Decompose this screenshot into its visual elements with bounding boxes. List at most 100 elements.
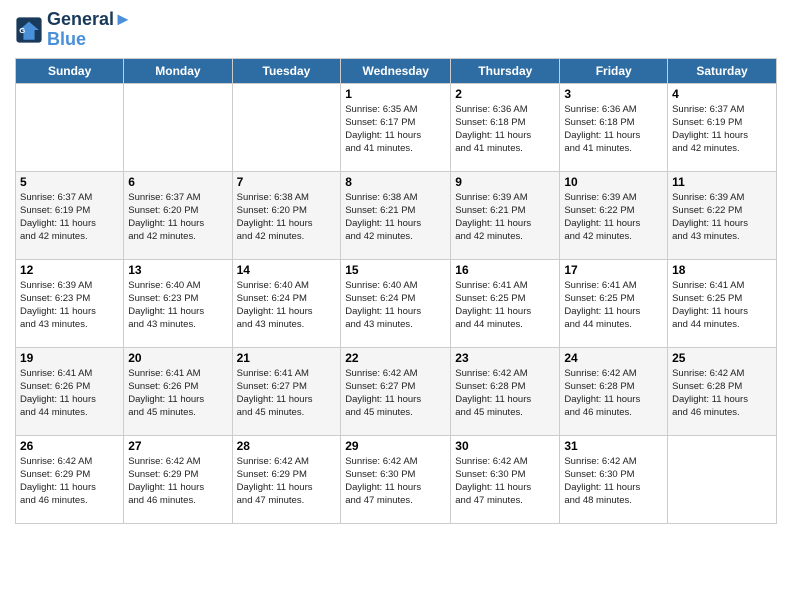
- day-info: Sunrise: 6:39 AM Sunset: 6:23 PM Dayligh…: [20, 279, 119, 332]
- day-cell: 2 Sunrise: 6:36 AM Sunset: 6:18 PM Daylig…: [451, 83, 560, 171]
- day-info: Sunrise: 6:42 AM Sunset: 6:29 PM Dayligh…: [20, 455, 119, 508]
- day-number: 31: [564, 439, 663, 453]
- day-number: 24: [564, 351, 663, 365]
- week-row-1: 5 Sunrise: 6:37 AM Sunset: 6:19 PM Daylig…: [16, 171, 777, 259]
- day-info: Sunrise: 6:38 AM Sunset: 6:21 PM Dayligh…: [345, 191, 446, 244]
- page: G General►Blue SundayMondayTuesdayWednes…: [0, 0, 792, 612]
- day-info: Sunrise: 6:41 AM Sunset: 6:25 PM Dayligh…: [455, 279, 555, 332]
- day-number: 13: [128, 263, 227, 277]
- day-info: Sunrise: 6:42 AM Sunset: 6:27 PM Dayligh…: [345, 367, 446, 420]
- day-number: 1: [345, 87, 446, 101]
- day-cell: 3 Sunrise: 6:36 AM Sunset: 6:18 PM Daylig…: [560, 83, 668, 171]
- logo-text: General►Blue: [47, 10, 132, 50]
- day-number: 8: [345, 175, 446, 189]
- day-number: 6: [128, 175, 227, 189]
- day-cell: 13 Sunrise: 6:40 AM Sunset: 6:23 PM Dayli…: [124, 259, 232, 347]
- day-info: Sunrise: 6:42 AM Sunset: 6:30 PM Dayligh…: [455, 455, 555, 508]
- day-number: 7: [237, 175, 337, 189]
- calendar: SundayMondayTuesdayWednesdayThursdayFrid…: [15, 58, 777, 524]
- day-info: Sunrise: 6:42 AM Sunset: 6:29 PM Dayligh…: [128, 455, 227, 508]
- day-number: 28: [237, 439, 337, 453]
- day-cell: 14Sunrise: 6:40 AM Sunset: 6:24 PM Dayli…: [232, 259, 341, 347]
- day-cell: 5 Sunrise: 6:37 AM Sunset: 6:19 PM Daylig…: [16, 171, 124, 259]
- day-cell: 18 Sunrise: 6:41 AM Sunset: 6:25 PM Dayli…: [668, 259, 777, 347]
- day-cell: [232, 83, 341, 171]
- day-cell: 16 Sunrise: 6:41 AM Sunset: 6:25 PM Dayli…: [451, 259, 560, 347]
- day-cell: 10 Sunrise: 6:39 AM Sunset: 6:22 PM Dayli…: [560, 171, 668, 259]
- day-info: Sunrise: 6:42 AM Sunset: 6:28 PM Dayligh…: [564, 367, 663, 420]
- weekday-header-monday: Monday: [124, 58, 232, 83]
- day-number: 21: [237, 351, 337, 365]
- day-number: 27: [128, 439, 227, 453]
- day-info: Sunrise: 6:41 AM Sunset: 6:26 PM Dayligh…: [20, 367, 119, 420]
- day-info: Sunrise: 6:42 AM Sunset: 6:29 PM Dayligh…: [237, 455, 337, 508]
- week-row-4: 26 Sunrise: 6:42 AM Sunset: 6:29 PM Dayli…: [16, 435, 777, 523]
- day-info: Sunrise: 6:42 AM Sunset: 6:30 PM Dayligh…: [564, 455, 663, 508]
- day-cell: 29 Sunrise: 6:42 AM Sunset: 6:30 PM Dayli…: [341, 435, 451, 523]
- day-cell: 12 Sunrise: 6:39 AM Sunset: 6:23 PM Dayli…: [16, 259, 124, 347]
- day-info: Sunrise: 6:37 AM Sunset: 6:19 PM Dayligh…: [20, 191, 119, 244]
- logo: G General►Blue: [15, 10, 132, 50]
- day-info: Sunrise: 6:39 AM Sunset: 6:22 PM Dayligh…: [564, 191, 663, 244]
- day-cell: 25Sunrise: 6:42 AM Sunset: 6:28 PM Dayli…: [668, 347, 777, 435]
- day-cell: 21 Sunrise: 6:41 AM Sunset: 6:27 PM Dayli…: [232, 347, 341, 435]
- day-info: Sunrise: 6:40 AM Sunset: 6:23 PM Dayligh…: [128, 279, 227, 332]
- day-cell: 19 Sunrise: 6:41 AM Sunset: 6:26 PM Dayli…: [16, 347, 124, 435]
- day-info: Sunrise: 6:38 AM Sunset: 6:20 PM Dayligh…: [237, 191, 337, 244]
- weekday-header-tuesday: Tuesday: [232, 58, 341, 83]
- day-cell: 6 Sunrise: 6:37 AM Sunset: 6:20 PM Daylig…: [124, 171, 232, 259]
- day-info: Sunrise: 6:36 AM Sunset: 6:18 PM Dayligh…: [564, 103, 663, 156]
- day-info: Sunrise: 6:41 AM Sunset: 6:25 PM Dayligh…: [564, 279, 663, 332]
- day-cell: 26 Sunrise: 6:42 AM Sunset: 6:29 PM Dayli…: [16, 435, 124, 523]
- day-info: Sunrise: 6:41 AM Sunset: 6:27 PM Dayligh…: [237, 367, 337, 420]
- weekday-header-sunday: Sunday: [16, 58, 124, 83]
- day-cell: 20Sunrise: 6:41 AM Sunset: 6:26 PM Dayli…: [124, 347, 232, 435]
- day-info: Sunrise: 6:40 AM Sunset: 6:24 PM Dayligh…: [345, 279, 446, 332]
- day-info: Sunrise: 6:39 AM Sunset: 6:21 PM Dayligh…: [455, 191, 555, 244]
- day-cell: 31 Sunrise: 6:42 AM Sunset: 6:30 PM Dayli…: [560, 435, 668, 523]
- weekday-header-friday: Friday: [560, 58, 668, 83]
- day-cell: 4 Sunrise: 6:37 AM Sunset: 6:19 PM Daylig…: [668, 83, 777, 171]
- svg-text:G: G: [19, 26, 25, 35]
- header: G General►Blue: [15, 10, 777, 50]
- weekday-header-wednesday: Wednesday: [341, 58, 451, 83]
- day-cell: 1Sunrise: 6:35 AM Sunset: 6:17 PM Daylig…: [341, 83, 451, 171]
- day-number: 26: [20, 439, 119, 453]
- day-info: Sunrise: 6:42 AM Sunset: 6:30 PM Dayligh…: [345, 455, 446, 508]
- day-cell: 22 Sunrise: 6:42 AM Sunset: 6:27 PM Dayli…: [341, 347, 451, 435]
- week-row-3: 19 Sunrise: 6:41 AM Sunset: 6:26 PM Dayli…: [16, 347, 777, 435]
- day-number: 5: [20, 175, 119, 189]
- day-info: Sunrise: 6:37 AM Sunset: 6:20 PM Dayligh…: [128, 191, 227, 244]
- day-info: Sunrise: 6:36 AM Sunset: 6:18 PM Dayligh…: [455, 103, 555, 156]
- day-number: 10: [564, 175, 663, 189]
- weekday-header-row: SundayMondayTuesdayWednesdayThursdayFrid…: [16, 58, 777, 83]
- day-number: 4: [672, 87, 772, 101]
- day-info: Sunrise: 6:41 AM Sunset: 6:25 PM Dayligh…: [672, 279, 772, 332]
- day-cell: 17Sunrise: 6:41 AM Sunset: 6:25 PM Dayli…: [560, 259, 668, 347]
- day-number: 2: [455, 87, 555, 101]
- day-number: 30: [455, 439, 555, 453]
- day-number: 18: [672, 263, 772, 277]
- logo-icon: G: [15, 16, 43, 44]
- day-info: Sunrise: 6:42 AM Sunset: 6:28 PM Dayligh…: [455, 367, 555, 420]
- day-cell: 27 Sunrise: 6:42 AM Sunset: 6:29 PM Dayli…: [124, 435, 232, 523]
- day-info: Sunrise: 6:41 AM Sunset: 6:26 PM Dayligh…: [128, 367, 227, 420]
- day-info: Sunrise: 6:42 AM Sunset: 6:28 PM Dayligh…: [672, 367, 772, 420]
- day-number: 22: [345, 351, 446, 365]
- day-cell: 15 Sunrise: 6:40 AM Sunset: 6:24 PM Dayli…: [341, 259, 451, 347]
- day-info: Sunrise: 6:37 AM Sunset: 6:19 PM Dayligh…: [672, 103, 772, 156]
- weekday-header-saturday: Saturday: [668, 58, 777, 83]
- day-cell: [124, 83, 232, 171]
- day-cell: 9Sunrise: 6:39 AM Sunset: 6:21 PM Daylig…: [451, 171, 560, 259]
- day-cell: 8 Sunrise: 6:38 AM Sunset: 6:21 PM Daylig…: [341, 171, 451, 259]
- day-number: 14: [237, 263, 337, 277]
- day-number: 19: [20, 351, 119, 365]
- day-number: 3: [564, 87, 663, 101]
- day-cell: [668, 435, 777, 523]
- day-info: Sunrise: 6:39 AM Sunset: 6:22 PM Dayligh…: [672, 191, 772, 244]
- weekday-header-thursday: Thursday: [451, 58, 560, 83]
- day-number: 29: [345, 439, 446, 453]
- day-number: 12: [20, 263, 119, 277]
- day-number: 15: [345, 263, 446, 277]
- day-number: 16: [455, 263, 555, 277]
